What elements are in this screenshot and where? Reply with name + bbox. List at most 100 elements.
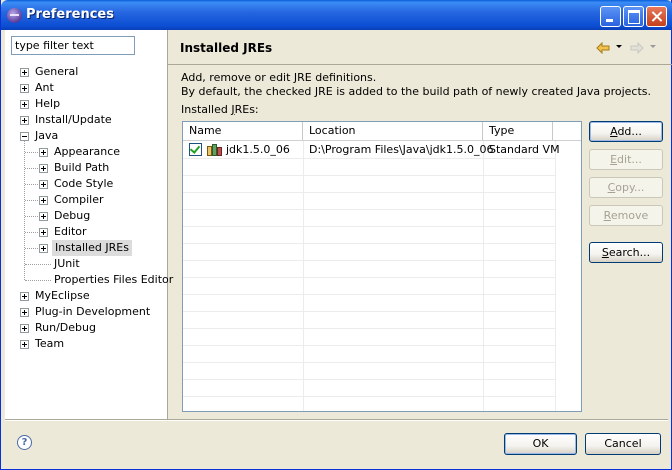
add-button[interactable]: Add... — [589, 121, 663, 142]
help-icon[interactable]: ? — [17, 435, 32, 450]
tree-node-label: Run/Debug — [35, 321, 96, 334]
expand-plus-icon[interactable] — [20, 116, 29, 125]
eclipse-app-icon — [7, 8, 22, 23]
tree-connector-line — [24, 141, 25, 280]
maximize-button[interactable] — [623, 6, 644, 27]
table-row[interactable]: jdk1.5.0_06 D:\Program Files\Java\jdk1.5… — [183, 141, 560, 158]
expand-plus-icon[interactable] — [20, 292, 29, 301]
forward-dropdown-icon[interactable] — [650, 45, 656, 48]
grid-line — [183, 311, 556, 329]
jre-type: Standard VM — [489, 143, 560, 156]
tree-node-team[interactable]: Team — [5, 336, 167, 352]
tree-connector-line — [25, 248, 38, 249]
tree-node-label: Appearance — [54, 145, 121, 158]
grid-line — [183, 362, 556, 380]
tree-node-label: Editor — [54, 225, 87, 238]
search-button[interactable]: Search... — [589, 242, 663, 263]
grid-line — [183, 260, 556, 278]
back-arrow-icon[interactable] — [596, 42, 610, 54]
tree-node-label: JUnit — [54, 257, 80, 270]
expand-plus-icon[interactable] — [39, 212, 48, 221]
grid-line — [183, 328, 556, 346]
remove-button[interactable]: Remove — [589, 205, 663, 226]
column-header-location[interactable]: Location — [303, 122, 483, 140]
expand-plus-icon[interactable] — [20, 324, 29, 333]
tree-node-plug-in-development[interactable]: Plug-in Development — [5, 304, 167, 320]
window-title: Preferences — [26, 7, 114, 22]
grid-line — [183, 158, 556, 176]
tree-connector-line — [25, 216, 38, 217]
tree-connector-line — [25, 232, 38, 233]
forward-arrow-icon[interactable] — [630, 42, 644, 54]
column-header-name[interactable]: Name — [183, 122, 303, 140]
expand-plus-icon[interactable] — [20, 68, 29, 77]
tree-node-label: Team — [35, 337, 65, 350]
grid-line — [183, 226, 556, 244]
grid-line — [183, 396, 556, 411]
jre-checkbox[interactable] — [189, 143, 202, 156]
jre-table[interactable]: Name Location Type jdk1.5.0_06 D:\Progra… — [182, 121, 582, 412]
page-header: Installed JREs — [168, 30, 672, 65]
tree-node-ant[interactable]: Ant — [5, 80, 167, 96]
title-bar[interactable]: Preferences — [1, 0, 672, 30]
tree-node-label: Code Style — [54, 177, 114, 190]
footer-separator — [5, 419, 668, 421]
grid-line — [183, 243, 556, 261]
grid-line — [183, 345, 556, 363]
grid-line — [183, 209, 556, 227]
tree-connector-line — [25, 200, 38, 201]
ok-button[interactable]: OK — [504, 433, 577, 455]
tree-node-label: Install/Update — [35, 113, 112, 126]
tree-node-install-update[interactable]: Install/Update — [5, 112, 167, 128]
copy-button[interactable]: Copy... — [589, 177, 663, 198]
collapse-minus-icon[interactable] — [20, 132, 29, 141]
jre-library-icon — [207, 143, 223, 156]
minimize-button[interactable] — [600, 6, 621, 27]
filter-input[interactable] — [11, 36, 135, 55]
tree-node-general[interactable]: General — [5, 64, 167, 80]
tree-node-label: Help — [35, 97, 61, 110]
expand-plus-icon[interactable] — [20, 308, 29, 317]
preferences-window: Preferences General Ant Help Install/Update… — [0, 0, 672, 470]
close-button[interactable] — [646, 6, 667, 27]
tree-connector-line — [25, 184, 38, 185]
page-description-line2: By default, the checked JRE is added to … — [181, 85, 651, 98]
edit-button[interactable]: Edit... — [589, 149, 663, 170]
grid-line — [183, 175, 556, 193]
tree-connector-line — [25, 280, 51, 281]
preference-tree-pane: General Ant Help Install/Update Java Appearan… — [5, 30, 173, 419]
tree-node-label: Java — [35, 129, 59, 142]
tree-node-label: Properties Files Editor — [54, 273, 174, 286]
expand-plus-icon[interactable] — [20, 340, 29, 349]
grid-line — [183, 192, 556, 210]
column-header-type[interactable]: Type — [483, 122, 553, 140]
tree-node-help[interactable]: Help — [5, 96, 167, 112]
tree-node-myeclipse[interactable]: MyEclipse — [5, 288, 167, 304]
tree-connector-line — [25, 264, 51, 265]
tree-node-java[interactable]: Java — [5, 128, 167, 144]
tree-node-label: Ant — [35, 81, 54, 94]
page-title: Installed JREs — [180, 41, 273, 55]
expand-plus-icon[interactable] — [20, 84, 29, 93]
expand-plus-icon[interactable] — [20, 100, 29, 109]
tree-node-label: Build Path — [54, 161, 110, 174]
page-description-line1: Add, remove or edit JRE definitions. — [181, 71, 377, 84]
tree-node-run-debug[interactable]: Run/Debug — [5, 320, 167, 336]
expand-plus-icon[interactable] — [39, 196, 48, 205]
grid-line — [183, 294, 556, 312]
table-header: Name Location Type — [183, 122, 581, 141]
expand-plus-icon[interactable] — [39, 148, 48, 157]
tree-node-label: MyEclipse — [35, 289, 90, 302]
expand-plus-icon[interactable] — [39, 164, 48, 173]
installed-jres-label: Installed JREs: — [181, 103, 259, 116]
back-dropdown-icon[interactable] — [616, 45, 622, 48]
expand-plus-icon[interactable] — [39, 180, 48, 189]
expand-plus-icon[interactable] — [39, 244, 48, 253]
cancel-button[interactable]: Cancel — [585, 433, 661, 455]
tree-connector-line — [25, 152, 38, 153]
tree-node-label: General — [35, 65, 79, 78]
checkmark-icon — [189, 143, 201, 154]
tree-node-label: Plug-in Development — [35, 305, 151, 318]
grid-line — [183, 277, 556, 295]
expand-plus-icon[interactable] — [39, 228, 48, 237]
